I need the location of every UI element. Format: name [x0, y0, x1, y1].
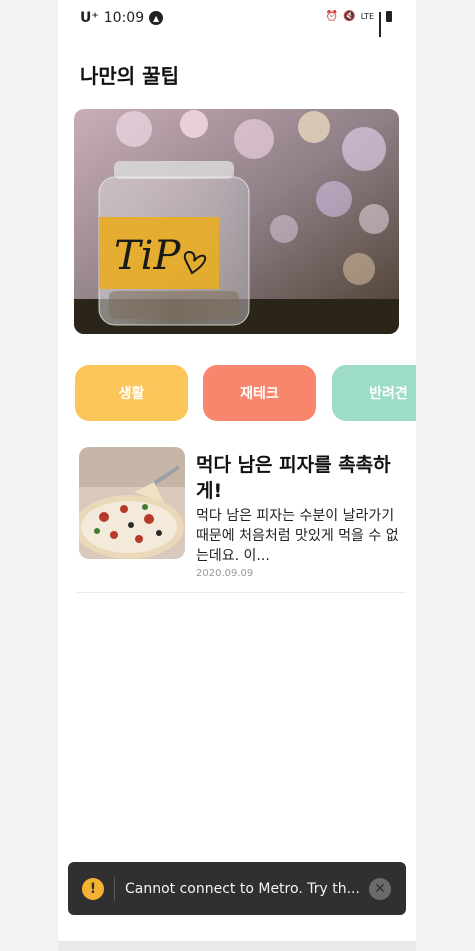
status-left: U⁺ 10:09 ▲ [80, 10, 164, 26]
toast-message: Cannot connect to Metro. Try th... [125, 880, 360, 897]
tip-label: TiP [114, 233, 181, 279]
warning-icon: ! [82, 877, 104, 900]
navigation-bar [58, 941, 416, 951]
signal-icon [379, 11, 381, 37]
article-date: 2020.09.09 [196, 568, 254, 579]
lte-label: LTE [360, 12, 374, 21]
article-card[interactable]: 먹다 남은 피자를 촉촉하게! 먹다 남은 피자는 수분이 날라가기 때문에 처… [76, 446, 406, 593]
article-thumbnail [79, 447, 185, 559]
close-icon[interactable]: ✕ [369, 878, 391, 900]
article-excerpt: 먹다 남은 피자는 수분이 날라가기 때문에 처음처럼 맛있게 먹을 수 없는데… [196, 508, 399, 564]
carrier-label: U⁺ [80, 10, 99, 26]
chip-label: 생활 [118, 386, 145, 402]
category-chip-pet[interactable]: 반려견 [332, 365, 416, 421]
toast-divider [114, 876, 115, 901]
clock: 10:09 [103, 10, 145, 26]
status-bar: U⁺ 10:09 ▲ ⏰ 🔇 LTE [58, 0, 416, 40]
category-chip-life[interactable]: 생활 [75, 365, 188, 421]
hero-banner[interactable]: TiP [74, 109, 399, 334]
category-chips: 생활 재테크 반려견 [75, 365, 416, 422]
status-right: ⏰ 🔇 LTE [325, 11, 392, 37]
app-screen: U⁺ 10:09 ▲ ⏰ 🔇 LTE 나만의 꿀팁 TiP 생활 재테크 반려견… [58, 0, 416, 951]
chip-label: 반려견 [369, 386, 408, 402]
pizza-image [79, 447, 185, 559]
alarm-icon: ⏰ [325, 11, 339, 22]
mute-icon: 🔇 [343, 11, 356, 22]
category-chip-finance[interactable]: 재테크 [203, 365, 316, 421]
chip-label: 재테크 [240, 386, 279, 402]
navigation-icon: ▲ [149, 11, 164, 25]
error-toast[interactable]: ! Cannot connect to Metro. Try th... ✕ [68, 862, 406, 915]
page-title: 나만의 꿀팁 [80, 64, 179, 88]
article-title: 먹다 남은 피자를 촉촉하게! [196, 454, 391, 502]
battery-icon [386, 11, 392, 22]
tip-jar-image: TiP [74, 109, 399, 334]
